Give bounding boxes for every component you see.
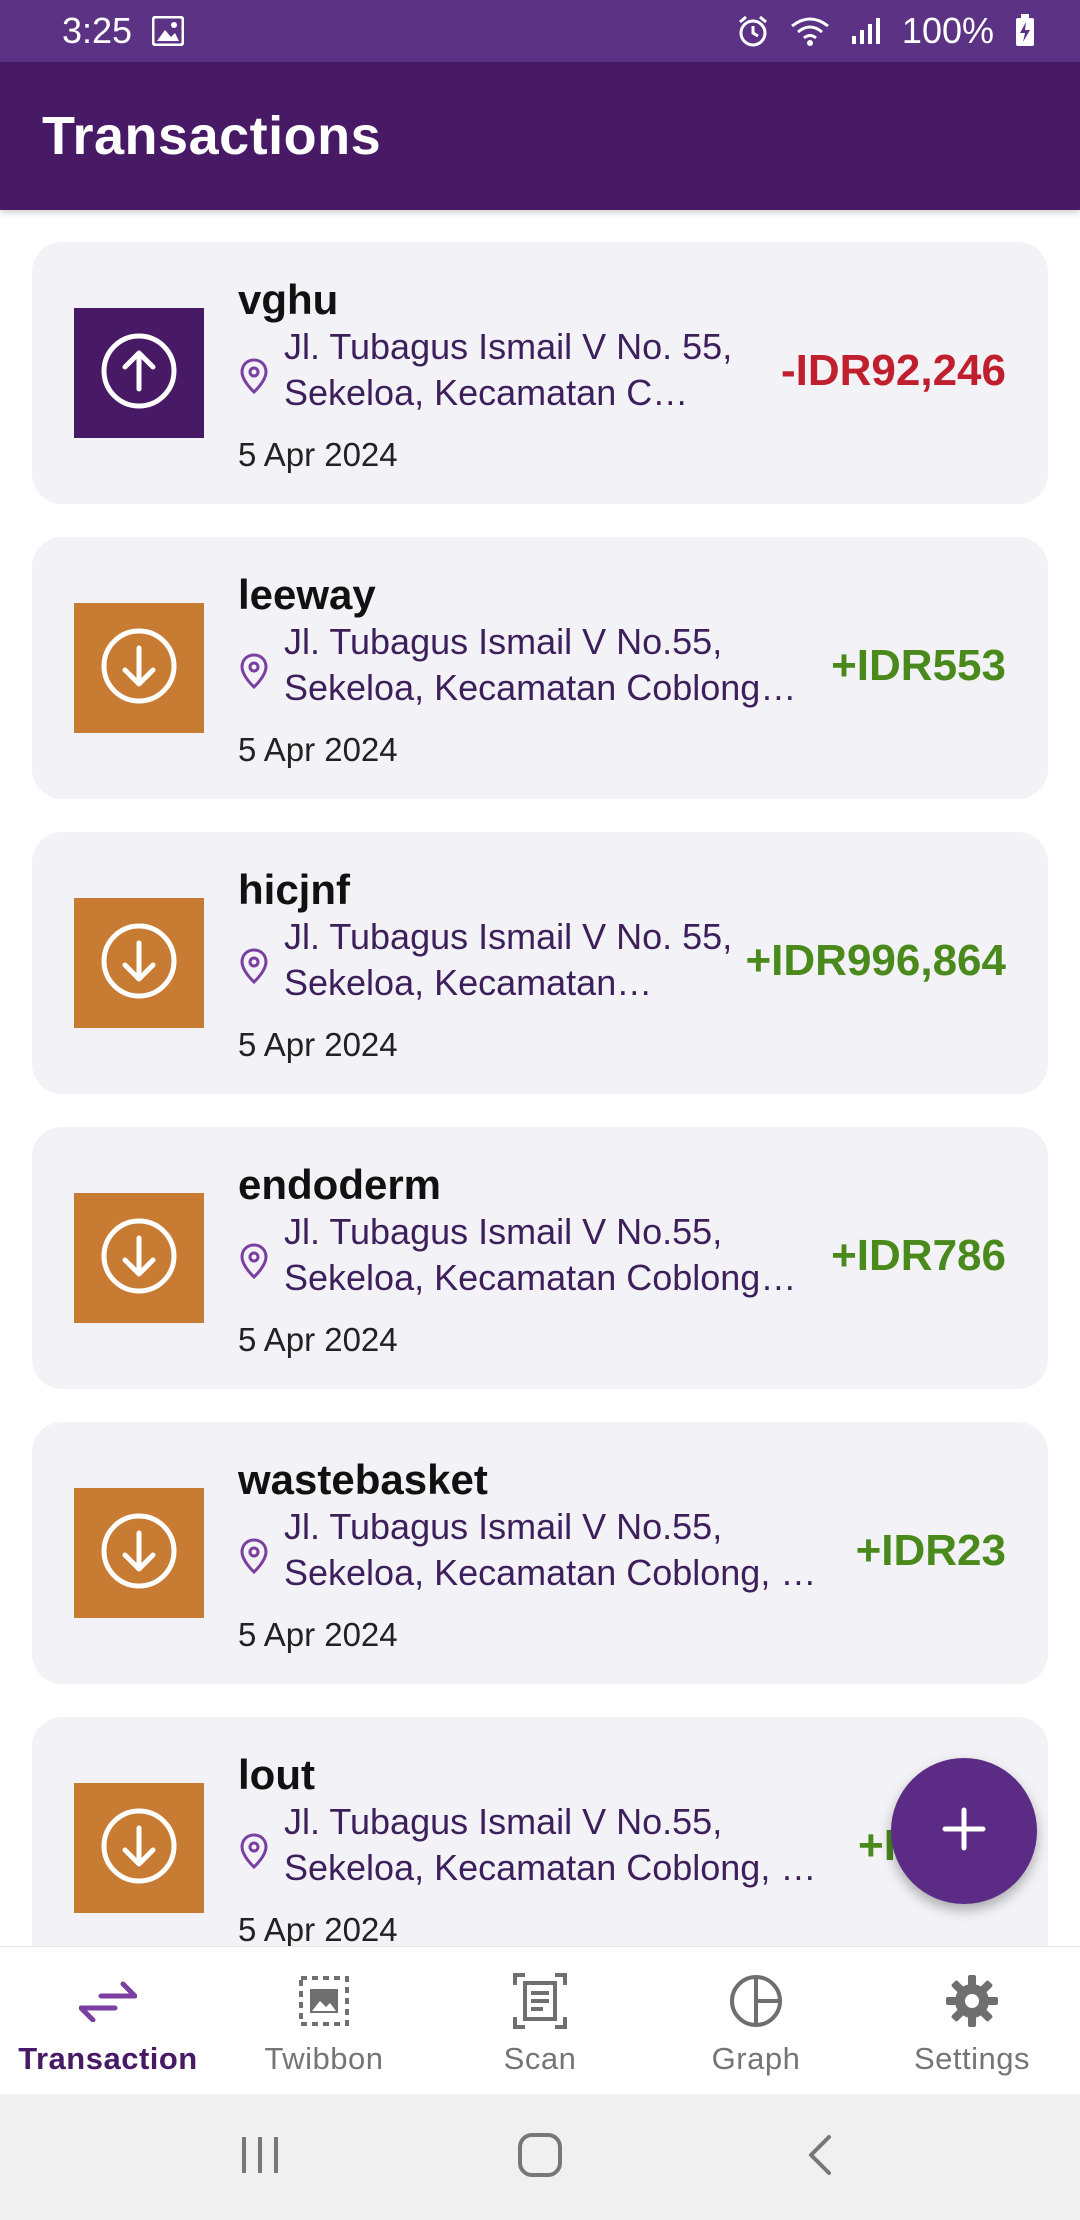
- alarm-icon: [736, 14, 770, 48]
- transaction-address: Jl. Tubagus Ismail V No. 55, Sekeloa, Ke…: [284, 326, 733, 413]
- nav-label: Scan: [503, 2041, 577, 2076]
- transaction-list[interactable]: vghu Jl. Tubagus Ismail V No. 55, Sekelo…: [0, 210, 1080, 1946]
- back-icon: [805, 2133, 835, 2182]
- home-button[interactable]: [500, 2117, 580, 2197]
- nav-label: Graph: [711, 2041, 801, 2076]
- app-bar: Transactions: [0, 62, 1080, 210]
- nav-item-transaction[interactable]: Transaction: [0, 1947, 216, 2095]
- transaction-amount: +IDR553: [831, 641, 1006, 690]
- bottom-navigation: Transaction Twibbon Scan Graph Settings: [0, 1946, 1080, 2095]
- nav-item-graph[interactable]: Graph: [648, 1947, 864, 2095]
- transaction-address: Jl. Tubagus Ismail V No.55, Sekeloa, Kec…: [284, 1506, 817, 1593]
- nav-item-settings[interactable]: Settings: [864, 1947, 1080, 2095]
- transaction-card[interactable]: vghu Jl. Tubagus Ismail V No. 55, Sekelo…: [32, 242, 1048, 504]
- arrow-down-circle-icon: [99, 1216, 179, 1301]
- nav-label: Settings: [913, 2041, 1030, 2076]
- arrow-down-circle-icon: [99, 1806, 179, 1891]
- transaction-address: Jl. Tubagus Ismail V No.55, Sekeloa, Kec…: [284, 1801, 817, 1888]
- home-icon: [517, 2132, 563, 2183]
- image-frame-icon: [298, 1973, 350, 2029]
- transaction-date: 5 Apr 2024: [238, 436, 398, 473]
- battery-percent: 100%: [901, 10, 994, 51]
- scan-document-icon: [513, 1973, 567, 2029]
- transfer-arrows-icon: [79, 1973, 137, 2029]
- nav-label: Transaction: [18, 2041, 198, 2076]
- transaction-card[interactable]: endoderm Jl. Tubagus Ismail V No.55, Sek…: [32, 1127, 1048, 1389]
- transaction-name: lout: [238, 1751, 315, 1798]
- location-pin-icon: [240, 358, 268, 399]
- transaction-amount: -IDR92,246: [780, 346, 1006, 395]
- transaction-name: endoderm: [238, 1161, 442, 1208]
- arrow-up-circle-icon: [99, 331, 179, 416]
- arrow-down-circle-icon: [99, 626, 179, 711]
- nav-label: Twibbon: [264, 2041, 384, 2076]
- transaction-amount: +IDR23: [855, 1526, 1006, 1575]
- add-transaction-button[interactable]: [891, 1758, 1037, 1904]
- income-tile: [74, 1488, 204, 1618]
- arrow-down-circle-icon: [99, 1511, 179, 1596]
- transaction-address: Jl. Tubagus Ismail V No.55, Sekeloa, Kec…: [284, 621, 797, 708]
- plus-icon: [941, 1806, 987, 1857]
- transaction-name: wastebasket: [238, 1456, 488, 1503]
- system-navigation-bar: [0, 2094, 1080, 2220]
- transaction-address: Jl. Tubagus Ismail V No. 55, Sekeloa, Ke…: [284, 916, 733, 1003]
- location-pin-icon: [240, 1243, 268, 1284]
- location-pin-icon: [240, 653, 268, 694]
- transaction-date: 5 Apr 2024: [238, 1911, 398, 1946]
- back-button[interactable]: [780, 2117, 860, 2197]
- location-pin-icon: [240, 1538, 268, 1579]
- page-title: Transactions: [42, 106, 382, 166]
- nav-item-scan[interactable]: Scan: [432, 1947, 648, 2095]
- recent-apps-button[interactable]: [220, 2117, 300, 2197]
- arrow-down-circle-icon: [99, 921, 179, 1006]
- recent-apps-icon: [238, 2135, 282, 2180]
- transaction-amount: +IDR996,864: [745, 936, 1006, 985]
- income-tile: [74, 1193, 204, 1323]
- transaction-date: 5 Apr 2024: [238, 1026, 398, 1063]
- location-pin-icon: [240, 948, 268, 989]
- income-tile: [74, 603, 204, 733]
- location-pin-icon: [240, 1833, 268, 1874]
- transaction-name: leeway: [238, 571, 376, 618]
- transaction-date: 5 Apr 2024: [238, 1616, 398, 1653]
- income-tile: [74, 1783, 204, 1913]
- status-time: 3:25: [62, 10, 133, 51]
- gallery-notification-icon: [152, 16, 185, 46]
- signal-icon: [850, 16, 882, 46]
- transaction-date: 5 Apr 2024: [238, 1321, 398, 1358]
- battery-charging-icon: [1014, 14, 1036, 48]
- status-bar: 3:25 100%: [0, 0, 1080, 62]
- gear-icon: [945, 1973, 999, 2029]
- wifi-icon: [790, 16, 830, 46]
- pie-chart-icon: [728, 1973, 784, 2029]
- income-tile: [74, 898, 204, 1028]
- transaction-card[interactable]: leeway Jl. Tubagus Ismail V No.55, Sekel…: [32, 537, 1048, 799]
- transaction-card[interactable]: wastebasket Jl. Tubagus Ismail V No.55, …: [32, 1422, 1048, 1684]
- transaction-name: vghu: [238, 276, 339, 323]
- transaction-address: Jl. Tubagus Ismail V No.55, Sekeloa, Kec…: [284, 1211, 797, 1298]
- expense-tile: [74, 308, 204, 438]
- transaction-amount: +IDR786: [831, 1231, 1006, 1280]
- transaction-card[interactable]: hicjnf Jl. Tubagus Ismail V No. 55, Seke…: [32, 832, 1048, 1094]
- transaction-date: 5 Apr 2024: [238, 731, 398, 768]
- nav-item-twibbon[interactable]: Twibbon: [216, 1947, 432, 2095]
- transaction-name: hicjnf: [238, 866, 350, 913]
